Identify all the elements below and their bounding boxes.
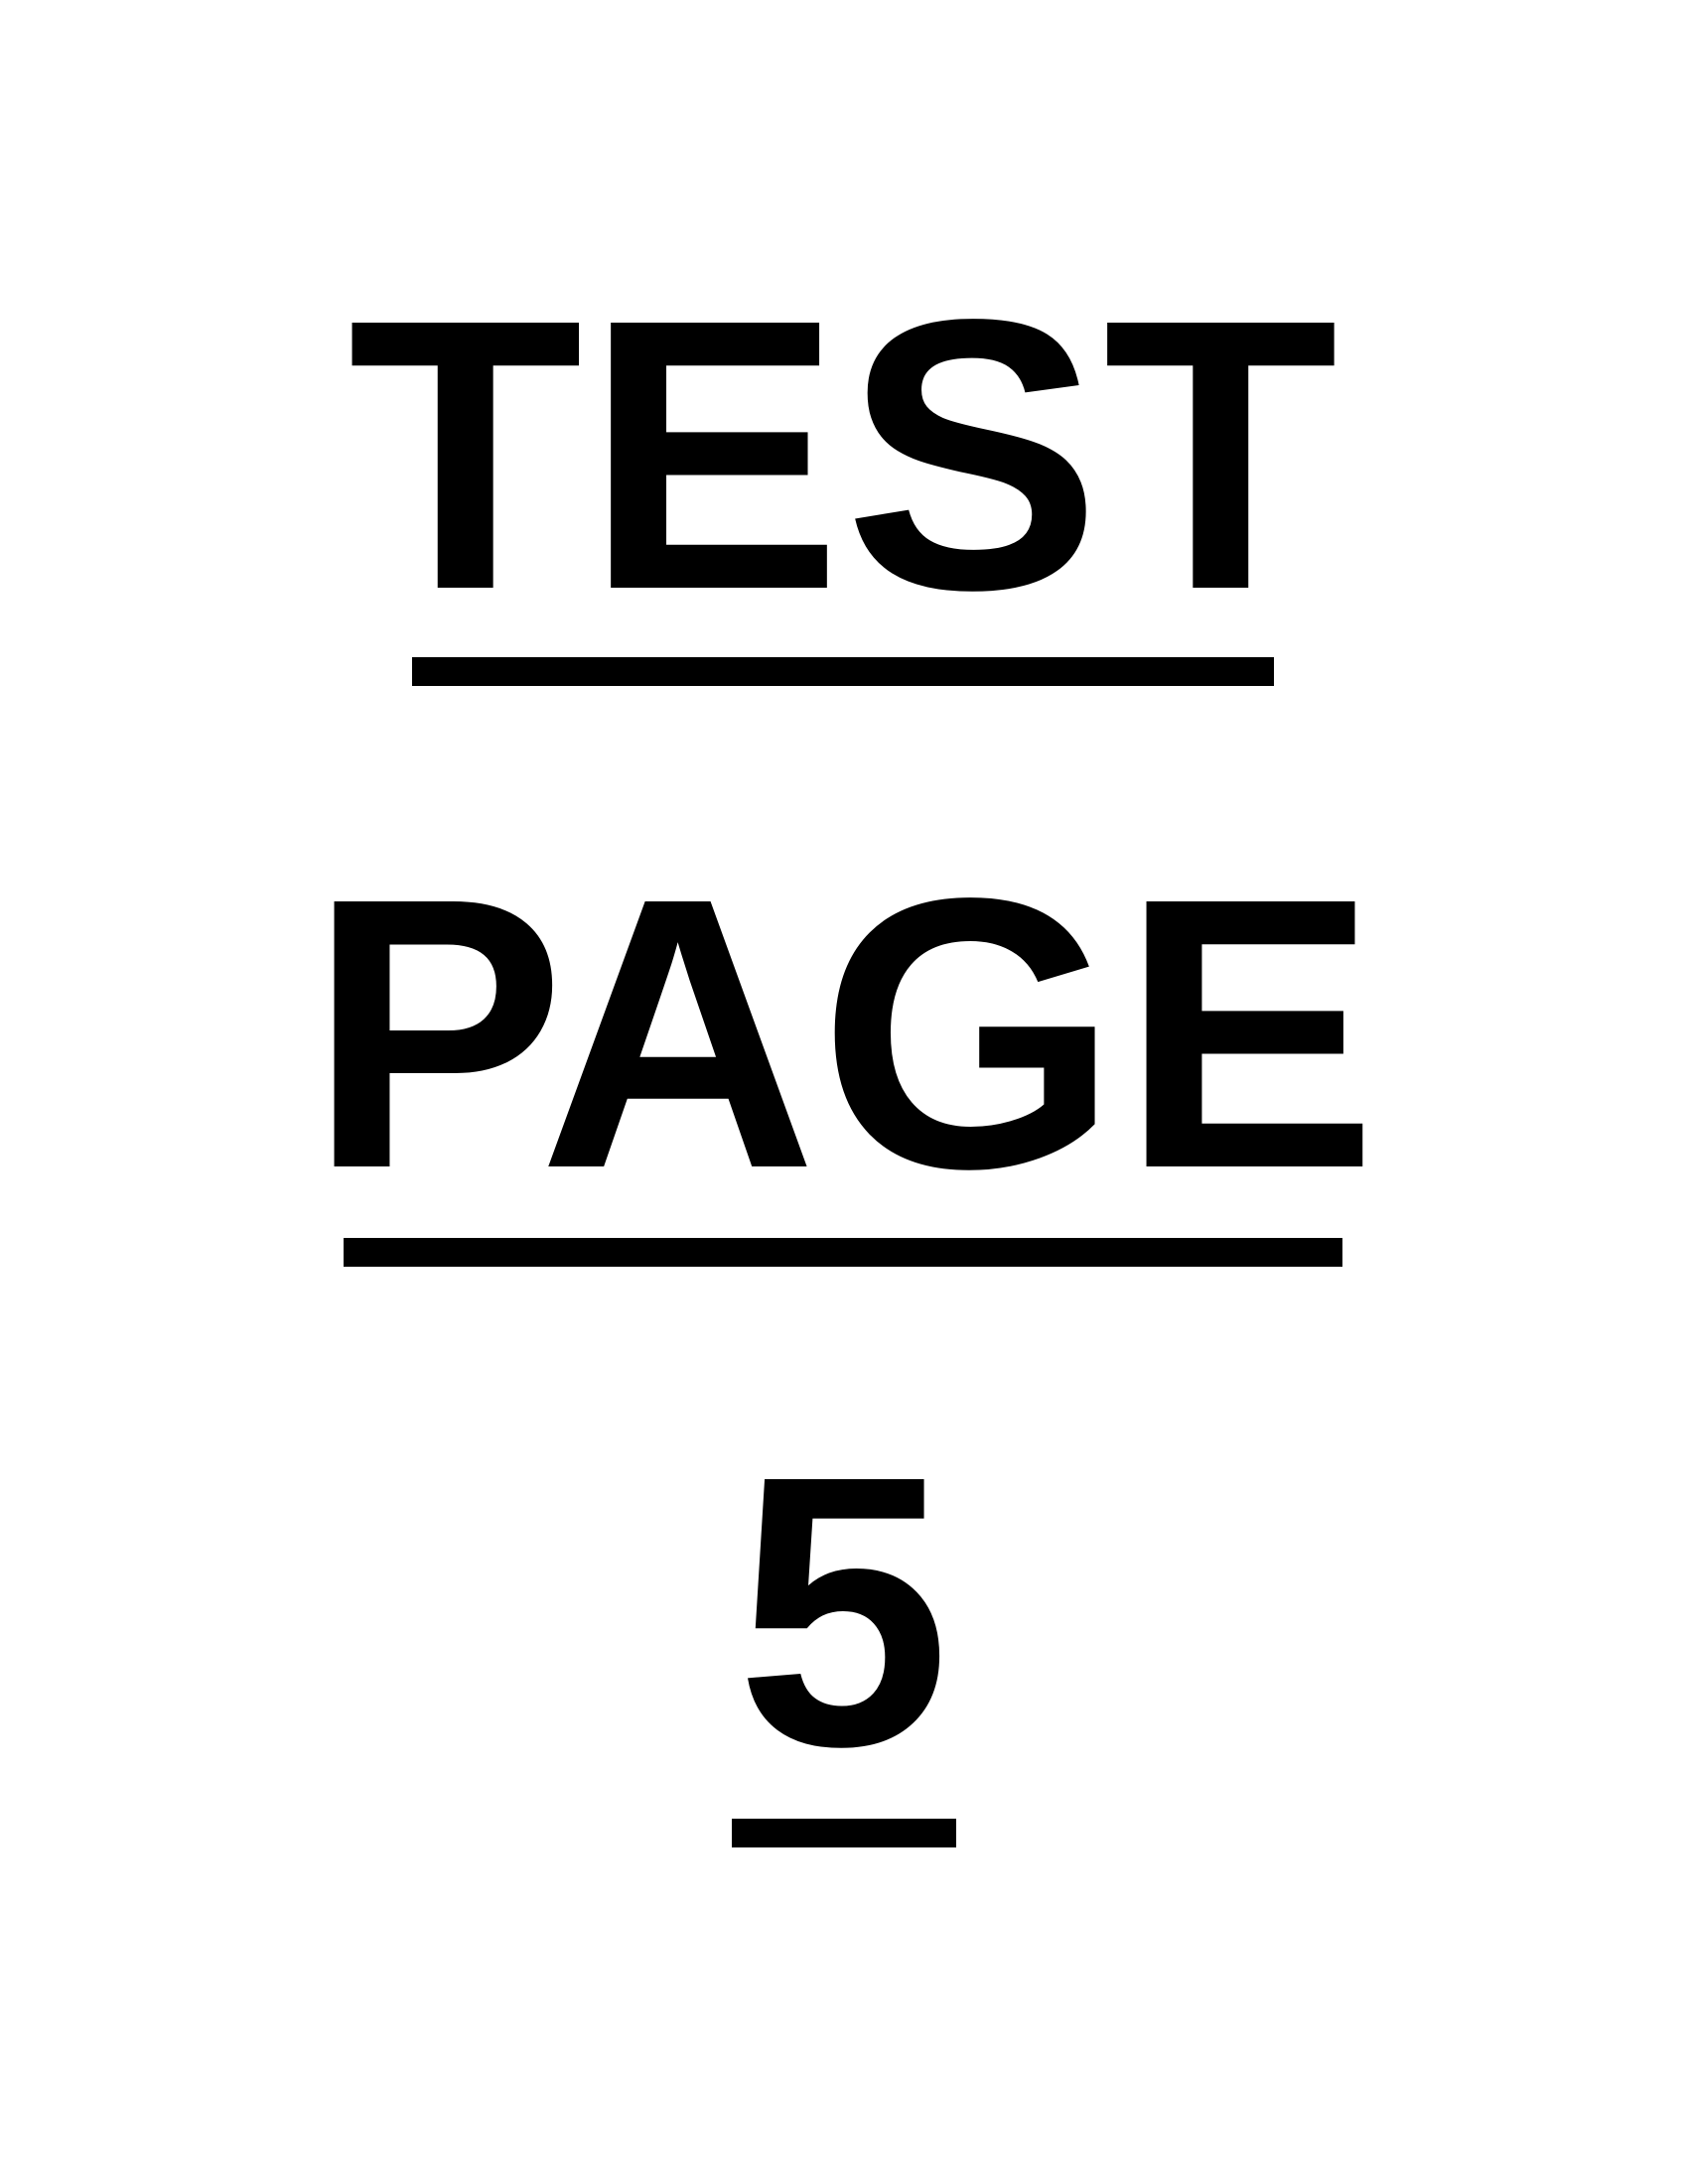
heading-line-1: TEST [0,263,1688,648]
page-number-text: 5 [736,1397,952,1827]
underline-3 [732,1819,956,1847]
underline-1 [412,657,1274,686]
heading-line-3: 5 [0,1420,1688,1805]
test-page-document: TEST PAGE 5 [0,0,1688,2184]
heading-test-text: TEST [348,240,1340,670]
underline-2 [344,1238,1342,1267]
heading-page-text: PAGE [308,819,1380,1249]
heading-line-2: PAGE [0,842,1688,1227]
